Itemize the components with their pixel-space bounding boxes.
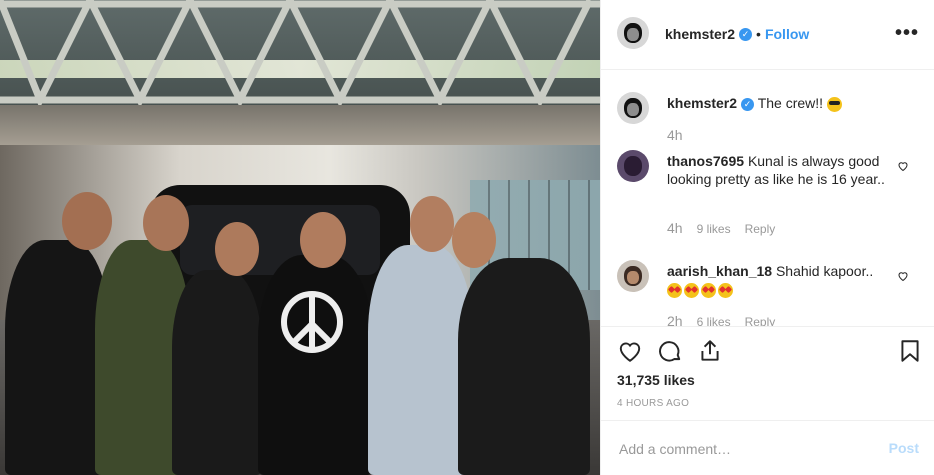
comment-bubble-icon[interactable] (657, 338, 683, 364)
comment-row: aarish_khan_18 Shahid kapoor.. 2h 6 likes… (617, 260, 917, 326)
post-panel: khemster2 ✓ • Follow ••• khemster2 ✓ The cre… (600, 0, 934, 475)
comment-like-heart-icon[interactable] (897, 270, 909, 282)
comment-like-heart-icon[interactable] (897, 160, 909, 172)
person-6 (458, 258, 590, 475)
person-6-head (452, 212, 496, 268)
commenter-avatar[interactable] (617, 150, 649, 182)
caption-row: khemster2 ✓ The crew!! 4h (617, 90, 917, 150)
post-header: khemster2 ✓ • Follow ••• (601, 0, 934, 70)
star-struck-emoji-icon (684, 282, 699, 298)
caption-avatar[interactable] (617, 92, 649, 124)
comment-likes[interactable]: 9 likes (697, 222, 731, 236)
person-2-head (143, 195, 189, 251)
save-bookmark-icon[interactable] (897, 338, 923, 364)
comment-reply[interactable]: Reply (745, 315, 776, 326)
follow-button[interactable]: Follow (765, 26, 809, 42)
share-icon[interactable] (697, 338, 723, 364)
add-comment-bar: Post (601, 420, 934, 475)
person-3-head (215, 222, 259, 276)
star-struck-emoji-icon (701, 282, 716, 298)
photo-truss (0, 0, 600, 109)
sunglasses-emoji-icon (826, 96, 842, 112)
post-likes-count[interactable]: 31,735 likes (617, 372, 695, 388)
post-actions: 31,735 likes 4 HOURS AGO (601, 326, 934, 416)
star-struck-emoji-icon (718, 282, 733, 298)
comment-likes[interactable]: 6 likes (697, 315, 731, 326)
person-3 (172, 270, 262, 475)
comment-text-block: aarish_khan_18 Shahid kapoor.. (667, 262, 885, 298)
post-photo[interactable] (0, 0, 600, 475)
header-separator: • (756, 26, 761, 42)
comment-row: thanos7695 Kunal is always good looking … (617, 150, 917, 240)
like-heart-icon[interactable] (617, 338, 643, 364)
comment-username[interactable]: aarish_khan_18 (667, 263, 772, 279)
comment-meta: 2h 6 likes Reply (667, 313, 789, 326)
header-line: khemster2 ✓ • Follow (665, 26, 809, 44)
caption-text-line: khemster2 ✓ The crew!! (667, 94, 885, 112)
comment-meta: 4h 9 likes Reply (667, 220, 789, 236)
comment-username[interactable]: thanos7695 (667, 153, 744, 169)
caption-time[interactable]: 4h (667, 127, 683, 143)
post-date[interactable]: 4 HOURS AGO (617, 398, 689, 409)
author-username[interactable]: khemster2 (665, 26, 735, 42)
comment-text-block: thanos7695 Kunal is always good looking … (667, 152, 885, 188)
person-1-head (62, 192, 112, 250)
add-comment-input[interactable] (617, 436, 871, 462)
comment-text: Shahid kapoor.. (775, 263, 874, 279)
comment-time[interactable]: 4h (667, 220, 683, 236)
verified-badge-icon: ✓ (739, 28, 753, 42)
person-5-head (410, 196, 454, 252)
commenter-avatar[interactable] (617, 260, 649, 292)
peace-sign-icon (281, 291, 343, 353)
caption-meta: 4h (667, 127, 697, 143)
person-4 (258, 255, 373, 475)
comment-time[interactable]: 2h (667, 313, 683, 326)
more-dots-icon[interactable]: ••• (895, 22, 919, 45)
verified-badge-icon: ✓ (741, 97, 755, 111)
comments-list[interactable]: khemster2 ✓ The crew!! 4h thanos7695 Kuna… (601, 70, 934, 326)
star-struck-emoji-icon (667, 282, 682, 298)
caption-username[interactable]: khemster2 (667, 95, 737, 111)
post-comment-button[interactable]: Post (889, 440, 919, 456)
comment-reply[interactable]: Reply (745, 222, 776, 236)
author-avatar[interactable] (617, 17, 649, 49)
photo-soffit (0, 105, 600, 145)
person-4-head (300, 212, 346, 268)
caption-text: The crew!! (757, 95, 824, 111)
